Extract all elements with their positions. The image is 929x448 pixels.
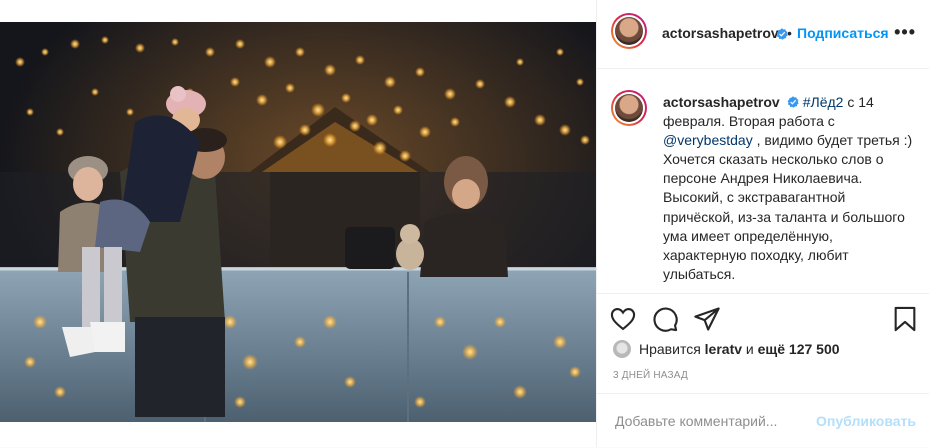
caption-hashtag[interactable]: #Лёд2	[803, 94, 844, 110]
caption-text: actorsashapetrov #Лёд2 с 14 февраля. Втор…	[663, 93, 917, 284]
post-caption: actorsashapetrov #Лёд2 с 14 февраля. Втор…	[597, 69, 929, 293]
comment-bubble-icon[interactable]	[651, 305, 679, 333]
caption-body-2: , видимо будет третья :) Хочется сказать…	[663, 132, 913, 282]
publish-comment-button[interactable]: Опубликовать	[816, 413, 916, 429]
author-avatar-image	[615, 17, 643, 45]
bookmark-icon[interactable]	[891, 305, 919, 333]
post-header: actorsashapetrov • Подписаться •••	[597, 0, 929, 69]
header-separator: •	[787, 25, 792, 41]
likes-count-link[interactable]: ещё 127 500	[758, 341, 840, 357]
post-timestamp[interactable]: 3 дней назад	[613, 370, 688, 381]
paper-plane-icon[interactable]	[693, 305, 721, 333]
likes-summary: Нравится leratv и ещё 127 500	[613, 340, 840, 358]
post-side-panel: actorsashapetrov • Подписаться ••• actor…	[596, 0, 929, 447]
heart-icon[interactable]	[609, 305, 637, 333]
post-actions	[597, 293, 929, 344]
caption-author-avatar-image	[615, 94, 643, 122]
caption-verified-badge-icon	[787, 96, 799, 108]
liker-username[interactable]: leratv	[705, 341, 742, 357]
likes-and: и	[745, 341, 754, 357]
caption-username[interactable]: actorsashapetrov	[663, 94, 780, 110]
caption-author-avatar[interactable]	[611, 90, 647, 126]
author-avatar[interactable]	[611, 13, 647, 49]
likes-prefix: Нравится	[639, 341, 701, 357]
instagram-post: actorsashapetrov • Подписаться ••• actor…	[0, 0, 929, 447]
more-options-button[interactable]: •••	[894, 22, 916, 43]
verified-badge-icon	[773, 26, 788, 44]
comment-form: Опубликовать	[597, 393, 929, 448]
comment-input[interactable]	[613, 412, 827, 430]
follow-button[interactable]: Подписаться	[797, 25, 889, 41]
liker-avatar[interactable]	[613, 340, 631, 358]
post-photo-illustration	[0, 22, 596, 422]
author-username[interactable]: actorsashapetrov	[662, 25, 779, 41]
post-photo[interactable]	[0, 22, 596, 422]
caption-mention[interactable]: @verybestday	[663, 132, 753, 148]
